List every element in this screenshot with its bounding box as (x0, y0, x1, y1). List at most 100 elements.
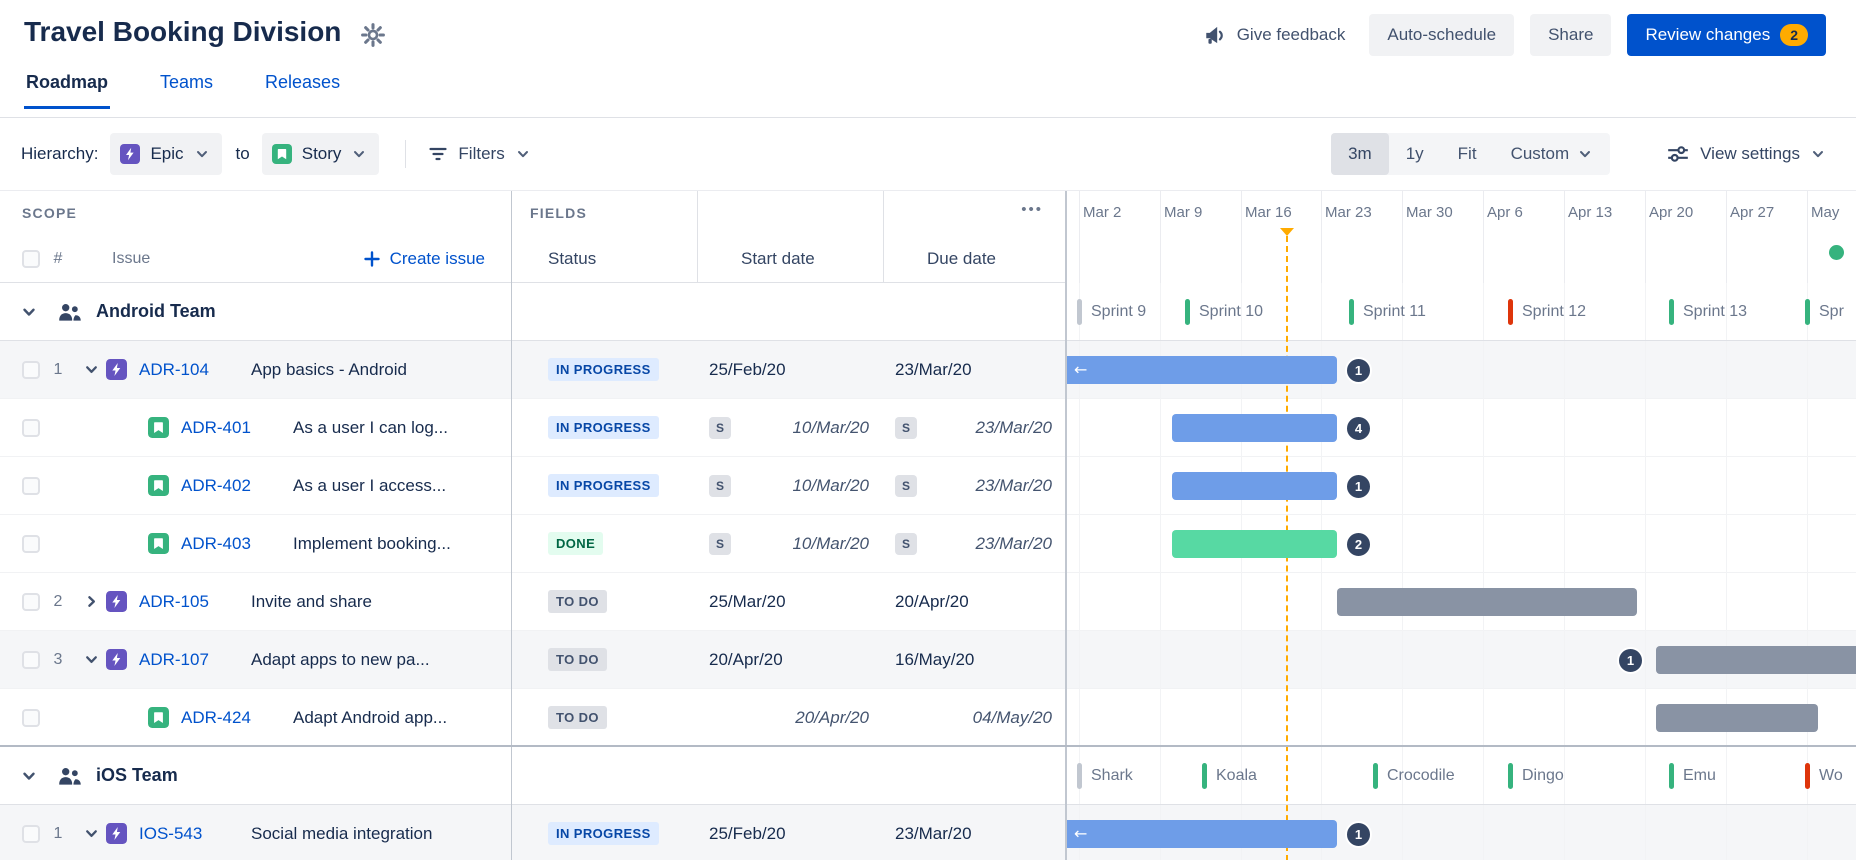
zoom-1y-button[interactable]: 1y (1389, 133, 1441, 175)
table-row[interactable]: ADR-402 As a user I access... (0, 457, 511, 515)
start-date-value[interactable]: 10/Mar/20 (731, 418, 883, 438)
status-badge[interactable]: IN PROGRESS (548, 474, 659, 497)
gantt-bar[interactable] (1656, 646, 1856, 674)
hierarchy-to-dropdown[interactable]: Story (261, 133, 380, 175)
due-date-value[interactable]: 23/Mar/20 (883, 360, 972, 380)
start-date-value[interactable]: 25/Mar/20 (697, 592, 786, 612)
due-date-value[interactable]: 23/Mar/20 (917, 418, 1065, 438)
tab-releases[interactable]: Releases (263, 72, 342, 109)
chevron-down-icon[interactable] (76, 651, 106, 668)
table-row[interactable]: 2 ADR-105 Invite and share (0, 573, 511, 631)
review-changes-button[interactable]: Review changes 2 (1627, 14, 1826, 56)
sprint-item[interactable]: Wo (1805, 747, 1843, 805)
timeline-panel[interactable]: Mar 2 Mar 9 Mar 16 Mar 23 Mar 30 Apr 6 A… (1065, 191, 1856, 860)
issue-key-link[interactable]: ADR-424 (181, 708, 285, 728)
issue-count-badge[interactable]: 4 (1345, 415, 1372, 442)
start-date-value[interactable]: 25/Feb/20 (697, 360, 786, 380)
status-badge[interactable]: DONE (548, 532, 604, 555)
select-all-checkbox[interactable] (22, 250, 40, 268)
chevron-down-icon[interactable] (14, 767, 44, 785)
status-badge[interactable]: TO DO (548, 706, 607, 729)
table-row[interactable]: 1 ADR-104 App basics - Android (0, 341, 511, 399)
issue-key-link[interactable]: IOS-543 (139, 824, 243, 844)
issue-key-link[interactable]: ADR-402 (181, 476, 285, 496)
gantt-bar[interactable] (1172, 414, 1337, 442)
zoom-3m-button[interactable]: 3m (1331, 133, 1389, 175)
sprint-item[interactable]: Shark (1077, 747, 1133, 805)
issue-key-link[interactable]: ADR-105 (139, 592, 243, 612)
start-date-value[interactable]: 10/Mar/20 (731, 476, 883, 496)
due-date-value[interactable]: 23/Mar/20 (917, 534, 1065, 554)
table-row[interactable]: 1 IOS-543 Social media integration (0, 805, 511, 860)
row-checkbox[interactable] (22, 534, 40, 553)
table-row[interactable]: ADR-403 Implement booking... (0, 515, 511, 573)
issue-count-badge[interactable]: 1 (1617, 647, 1644, 674)
create-issue-button[interactable]: Create issue (362, 249, 485, 269)
table-row[interactable]: ADR-401 As a user I can log... (0, 399, 511, 457)
hierarchy-from-dropdown[interactable]: Epic (110, 133, 222, 175)
chevron-down-icon[interactable] (76, 361, 106, 378)
plan-settings-gear-icon[interactable] (360, 22, 386, 48)
gantt-bar[interactable] (1656, 704, 1818, 732)
group-header-android[interactable]: Android Team (0, 283, 511, 341)
gantt-bar[interactable] (1172, 472, 1337, 500)
issue-count-badge[interactable]: 1 (1345, 473, 1372, 500)
row-checkbox[interactable] (22, 824, 40, 843)
start-date-value[interactable]: 20/Apr/20 (697, 650, 783, 670)
gantt-bar[interactable]: ← (1067, 356, 1337, 384)
auto-schedule-button[interactable]: Auto-schedule (1369, 14, 1515, 56)
status-badge[interactable]: TO DO (548, 648, 607, 671)
start-date-value[interactable]: 20/Apr/20 (697, 708, 883, 728)
status-badge[interactable]: IN PROGRESS (548, 822, 659, 845)
table-row[interactable]: 3 ADR-107 Adapt apps to new pa... (0, 631, 511, 689)
status-badge[interactable]: IN PROGRESS (548, 416, 659, 439)
sprint-item[interactable]: Sprint 11 (1349, 283, 1426, 341)
sprint-item[interactable]: Emu (1669, 747, 1716, 805)
fields-more-button[interactable]: ••• (1021, 201, 1043, 218)
release-marker[interactable] (1829, 245, 1844, 260)
due-date-value[interactable]: 23/Mar/20 (883, 824, 972, 844)
sprint-item[interactable]: Sprint 13 (1669, 283, 1747, 341)
sprint-item[interactable]: Dingo (1508, 747, 1564, 805)
sprint-item[interactable]: Sprint 9 (1077, 283, 1146, 341)
tab-teams[interactable]: Teams (158, 72, 215, 109)
view-settings-dropdown[interactable]: View settings (1666, 143, 1826, 165)
chevron-down-icon[interactable] (14, 303, 44, 321)
sprint-item[interactable]: Sprint 12 (1508, 283, 1586, 341)
row-checkbox[interactable] (22, 708, 40, 727)
sprint-item[interactable]: Spr (1805, 283, 1844, 341)
due-date-value[interactable]: 23/Mar/20 (917, 476, 1065, 496)
row-checkbox[interactable] (22, 418, 40, 437)
issue-count-badge[interactable]: 1 (1345, 821, 1372, 848)
sprint-item[interactable]: Sprint 10 (1185, 283, 1263, 341)
due-date-value[interactable]: 04/May/20 (883, 708, 1065, 728)
table-row[interactable]: ADR-424 Adapt Android app... (0, 689, 511, 747)
group-header-ios[interactable]: iOS Team (0, 747, 511, 805)
share-button[interactable]: Share (1530, 14, 1612, 56)
tab-roadmap[interactable]: Roadmap (24, 72, 111, 109)
zoom-fit-button[interactable]: Fit (1441, 133, 1494, 175)
status-badge[interactable]: IN PROGRESS (548, 358, 659, 381)
gantt-bar[interactable] (1337, 588, 1637, 616)
due-date-value[interactable]: 16/May/20 (883, 650, 974, 670)
give-feedback-button[interactable]: Give feedback (1203, 23, 1345, 47)
sprint-item[interactable]: Koala (1202, 747, 1257, 805)
gantt-bar[interactable] (1172, 530, 1337, 558)
chevron-down-icon[interactable] (76, 825, 106, 842)
row-checkbox[interactable] (22, 476, 40, 495)
status-badge[interactable]: TO DO (548, 590, 607, 613)
filters-dropdown[interactable]: Filters (428, 144, 530, 164)
start-date-value[interactable]: 25/Feb/20 (697, 824, 786, 844)
issue-key-link[interactable]: ADR-104 (139, 360, 243, 380)
gantt-bar[interactable]: ← (1067, 820, 1337, 848)
chevron-right-icon[interactable] (76, 593, 106, 610)
start-date-value[interactable]: 10/Mar/20 (731, 534, 883, 554)
issue-key-link[interactable]: ADR-107 (139, 650, 243, 670)
sprint-item[interactable]: Crocodile (1373, 747, 1455, 805)
issue-count-badge[interactable]: 1 (1345, 357, 1372, 384)
issue-key-link[interactable]: ADR-401 (181, 418, 285, 438)
issue-count-badge[interactable]: 2 (1345, 531, 1372, 558)
due-date-value[interactable]: 20/Apr/20 (883, 592, 969, 612)
zoom-custom-dropdown[interactable]: Custom (1494, 133, 1611, 175)
issue-key-link[interactable]: ADR-403 (181, 534, 285, 554)
